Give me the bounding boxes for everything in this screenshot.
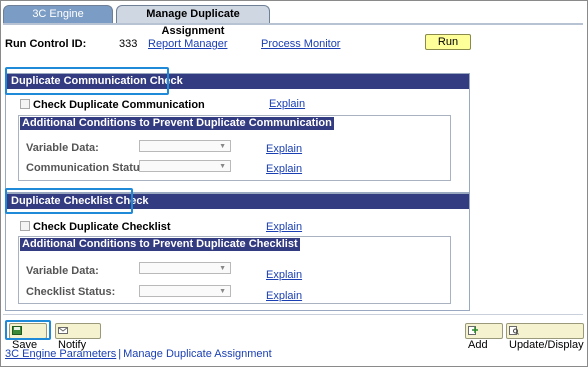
chevron-down-icon: ▼ bbox=[219, 163, 226, 170]
run-button[interactable]: Run bbox=[425, 34, 471, 50]
chevron-down-icon: ▼ bbox=[219, 265, 226, 272]
variable-data-label: Variable Data: bbox=[26, 265, 99, 277]
check-duplicate-checklist-row[interactable]: Check Duplicate Checklist bbox=[20, 221, 171, 233]
toolbar-divider bbox=[3, 314, 583, 315]
highlight-checklist-header bbox=[5, 188, 133, 214]
sub-header: Additional Conditions to Prevent Duplica… bbox=[20, 238, 300, 251]
run-control-label: Run Control ID: bbox=[5, 38, 87, 50]
footer-link-manage-duplicate-assignment[interactable]: Manage Duplicate Assignment bbox=[123, 348, 272, 360]
update-display-label: Update/Display bbox=[509, 339, 584, 351]
sub-header: Additional Conditions to Prevent Duplica… bbox=[20, 117, 334, 130]
tab-underline bbox=[3, 23, 583, 25]
add-icon bbox=[468, 325, 478, 335]
run-control-value: 333 bbox=[119, 38, 138, 50]
highlight-save-button bbox=[5, 320, 51, 340]
check-duplicate-checklist-checkbox[interactable] bbox=[20, 221, 30, 231]
highlight-communication-header bbox=[5, 67, 169, 95]
chevron-down-icon: ▼ bbox=[219, 143, 226, 150]
tab-manage-duplicate-assignment[interactable]: Manage Duplicate Assignment bbox=[116, 5, 270, 37]
update-display-icon bbox=[509, 325, 519, 335]
communication-status-label: Communication Status: bbox=[26, 162, 150, 174]
check-duplicate-communication-row[interactable]: Check Duplicate Communication bbox=[20, 99, 205, 111]
checklist-status-select[interactable]: ▼ bbox=[139, 285, 231, 297]
checklist-status-label: Checklist Status: bbox=[26, 286, 116, 298]
explain-link[interactable]: Explain bbox=[269, 98, 305, 110]
update-display-button[interactable]: Update/Display bbox=[506, 323, 584, 351]
check-duplicate-communication-checkbox[interactable] bbox=[20, 99, 30, 109]
chevron-down-icon: ▼ bbox=[219, 288, 226, 295]
add-label: Add bbox=[468, 339, 488, 351]
variable-data-label: Variable Data: bbox=[26, 142, 99, 154]
report-manager-link[interactable]: Report Manager bbox=[148, 38, 228, 50]
explain-link[interactable]: Explain bbox=[266, 143, 302, 155]
explain-link[interactable]: Explain bbox=[266, 163, 302, 175]
process-monitor-link[interactable]: Process Monitor bbox=[261, 38, 340, 50]
communication-status-select[interactable]: ▼ bbox=[139, 160, 231, 172]
tab-3c-engine-parameters[interactable]: 3C Engine Parameters bbox=[3, 5, 113, 37]
checkbox-label: Check Duplicate Checklist bbox=[33, 221, 171, 233]
footer-link-3c-engine-parameters[interactable]: 3C Engine Parameters bbox=[5, 348, 116, 360]
add-button[interactable]: Add bbox=[465, 323, 503, 351]
variable-data-select[interactable]: ▼ bbox=[139, 262, 231, 274]
variable-data-select[interactable]: ▼ bbox=[139, 140, 231, 152]
explain-link[interactable]: Explain bbox=[266, 269, 302, 281]
notify-icon bbox=[58, 325, 68, 334]
explain-link[interactable]: Explain bbox=[266, 290, 302, 302]
checkbox-label: Check Duplicate Communication bbox=[33, 99, 205, 111]
explain-link[interactable]: Explain bbox=[266, 221, 302, 233]
notify-button[interactable]: Notify bbox=[55, 323, 101, 351]
footer-links: 3C Engine Parameters | Manage Duplicate As… bbox=[5, 348, 272, 360]
